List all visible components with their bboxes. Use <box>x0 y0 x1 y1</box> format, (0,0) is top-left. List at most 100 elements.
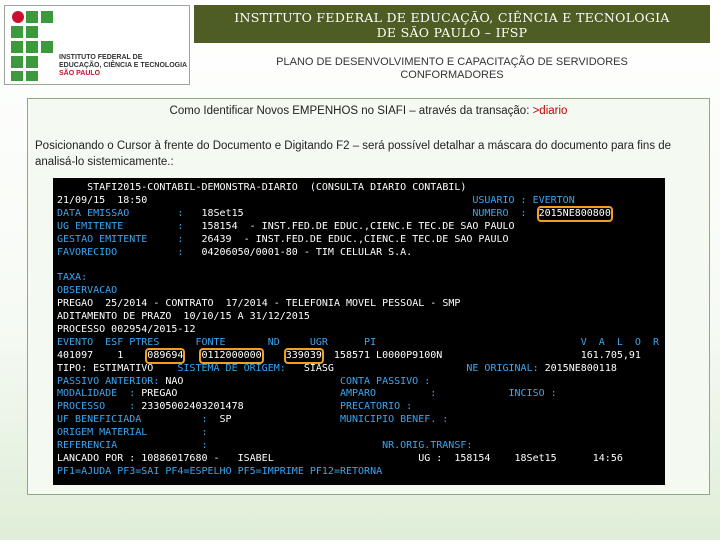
terminal-cell: OBSERVACAO <box>57 285 118 297</box>
terminal-cell: 04206050/0001-80 - TIM CELULAR S.A. <box>201 246 413 258</box>
subtitle-line-1: PLANO DE DESENVOLVIMENTO E CAPACITAÇÃO D… <box>276 56 628 68</box>
terminal-cell: UG : <box>418 452 443 464</box>
terminal-cell: UF BENEFICIADA <box>57 414 142 426</box>
highlighted-field: 0112000000 <box>199 347 264 364</box>
institution-header: INSTITUTO FEDERAL DE EDUCAÇÃO, CIÊNCIA E… <box>194 5 710 43</box>
terminal-row: TAXA: <box>53 272 665 284</box>
terminal-cell: NUMERO : <box>472 207 527 219</box>
terminal-row: PASSIVO ANTERIOR: NAO CONTA PASSIVO : <box>53 376 665 388</box>
terminal-cell: PREGAO <box>141 388 178 400</box>
terminal-row <box>53 259 665 271</box>
terminal-row: UF BENEFICIADA: SP MUNICIPIO BENEF. : <box>53 414 665 426</box>
transaction-name: >diario <box>532 105 568 117</box>
terminal-cell: : <box>201 440 208 451</box>
terminal-row: LANCADO POR : 10886017680 - ISABEL UG : 158… <box>53 453 665 465</box>
terminal-cell: 401097 1 <box>57 349 124 361</box>
terminal-cell: INCISO : <box>508 388 557 400</box>
terminal-cell: : <box>177 233 184 245</box>
terminal-cell: 10886017680 - ISABEL <box>141 452 274 464</box>
terminal-cell: LANCADO POR : <box>57 452 136 464</box>
highlighted-field: 089694 <box>145 347 186 364</box>
terminal-cell: : <box>430 388 437 400</box>
terminal-cell: ADITAMENTO DE PRAZO 10/10/15 A 31/12/201… <box>57 311 310 322</box>
header-line-2: DE SÃO PAULO – IFSP <box>376 25 528 40</box>
terminal-cell: : <box>177 207 184 219</box>
terminal-cell: V A L O R <box>580 336 660 348</box>
terminal-row: 401097 1 089694 0112000000 339039 158571 L00… <box>53 347 665 364</box>
terminal-row: ADITAMENTO DE PRAZO 10/10/15 A 31/12/201… <box>53 311 665 323</box>
logo-line-1: INSTITUTO FEDERAL DE <box>59 54 143 61</box>
ifsp-logo: INSTITUTO FEDERAL DE EDUCAÇÃO, CIÊNCIA E… <box>4 5 190 85</box>
terminal-cell: UG EMITENTE <box>57 220 124 232</box>
terminal-cell: 2015NE800118 <box>544 362 617 374</box>
terminal-row: OBSERVACAO <box>53 285 665 297</box>
ifsp-logo-mark-icon <box>11 11 53 81</box>
terminal-cell: PASSIVO ANTERIOR: <box>57 375 160 387</box>
terminal-cell: SISTEMA DE ORIGEM: <box>177 362 286 374</box>
terminal-cell: TAXA: <box>57 272 88 284</box>
terminal-cell: 26439 - INST.FED.DE EDUC.,CIENC.E TEC.DE… <box>201 233 509 245</box>
terminal-cell: REFERENCIA <box>57 440 118 451</box>
terminal-cell: DATA EMISSAO <box>57 207 130 219</box>
siafi-terminal-screen[interactable]: STAFI2015-CONTABIL-DEMONSTRA-DIARIO (CON… <box>53 178 665 485</box>
terminal-cell: : <box>129 401 136 413</box>
terminal-row: PROCESSO 002954/2015-12 <box>53 324 665 336</box>
terminal-cell: AMPARO <box>339 388 377 400</box>
terminal-row: DATA EMISSAO: 18Set15 NUMERO : 2015NE800800 <box>53 205 665 222</box>
terminal-row: MODALIDADE: PREGAO AMPARO: INCISO : <box>53 388 665 400</box>
highlighted-field: 339039 <box>283 347 324 364</box>
highlighted-field: 2015NE800800 <box>536 205 613 222</box>
terminal-cell: NR.ORIG.TRANSF: <box>382 440 473 451</box>
terminal-row: UG EMITENTE: 158154 - INST.FED.DE EDUC.,C… <box>53 221 665 233</box>
terminal-cell: 23305002403201478 <box>141 401 244 413</box>
plan-subtitle: PLANO DE DESENVOLVIMENTO E CAPACITAÇÃO D… <box>194 56 710 82</box>
logo-text: INSTITUTO FEDERAL DE EDUCAÇÃO, CIÊNCIA E… <box>59 54 187 78</box>
terminal-cell: 158571 L0000P9100N <box>333 349 443 361</box>
terminal-cell: MUNICIPIO BENEF. : <box>339 414 449 426</box>
terminal-cell: FAVORECIDO <box>57 246 118 258</box>
terminal-cell: : <box>177 246 184 258</box>
terminal-row: REFERENCIA: NR.ORIG.TRANSF: <box>53 440 665 452</box>
terminal-cell: : <box>201 427 208 439</box>
terminal-cell: TIPO: ESTIMATIVO <box>57 362 154 374</box>
content-paragraph: Posicionando o Cursor à frente do Docume… <box>35 140 672 168</box>
terminal-cell: 158154 <box>454 452 491 464</box>
logo-line-2: EDUCAÇÃO, CIÊNCIA E TECNOLOGIA <box>59 62 188 69</box>
terminal-cell: PROCESSO <box>57 401 106 413</box>
terminal-cell: : <box>129 388 136 400</box>
terminal-cell: 158154 - INST.FED.DE EDUC.,CIENC.E TEC.D… <box>201 220 515 232</box>
terminal-cell: PRECATORIO : <box>339 401 413 413</box>
terminal-row: EVENTO ESF PTRES FONTE ND UGR PI V A L O … <box>53 337 665 349</box>
terminal-cell: 21/09/15 18:50 <box>57 194 148 206</box>
terminal-cell: 18Set15 <box>514 452 557 464</box>
content-title-prefix: Como Identificar Novos EMPENHOS no SIAFI… <box>169 105 533 117</box>
content-title: Como Identificar Novos EMPENHOS no SIAFI… <box>28 105 709 117</box>
terminal-cell: : <box>177 220 184 232</box>
terminal-cell: ORIGEM MATERIAL <box>57 427 148 439</box>
terminal-cell: STAFI2015-CONTABIL-DEMONSTRA-DIARIO (CON… <box>57 182 467 193</box>
terminal-cell: SIASG <box>303 362 334 374</box>
logo-line-3: SÃO PAULO <box>59 70 101 77</box>
terminal-cell: EVENTO ESF PTRES FONTE ND UGR PI <box>57 336 377 348</box>
header-line-1: INSTITUTO FEDERAL DE EDUCAÇÃO, CIÊNCIA E… <box>234 10 670 25</box>
terminal-row: GESTAO EMITENTE: 26439 - INST.FED.DE EDUC… <box>53 234 665 246</box>
terminal-cell: : <box>201 414 208 426</box>
terminal-row: ORIGEM MATERIAL: <box>53 427 665 439</box>
terminal-cell: SP <box>219 414 232 426</box>
terminal-cell: GESTAO EMITENTE <box>57 233 148 245</box>
terminal-cell: 14:56 <box>592 452 623 464</box>
terminal-cell: MODALIDADE <box>57 388 118 400</box>
terminal-row: 21/09/15 18:50 USUARIO : EVERTON <box>53 195 665 207</box>
terminal-cell: NAO <box>165 375 184 387</box>
terminal-cell: NE ORIGINAL: <box>466 362 539 374</box>
terminal-row: PREGAO 25/2014 - CONTRATO 17/2014 - TELE… <box>53 298 665 310</box>
terminal-row: PROCESSO:23305002403201478 PRECATORIO : <box>53 401 665 413</box>
terminal-row: FAVORECIDO: 04206050/0001-80 - TIM CELULA… <box>53 247 665 259</box>
subtitle-line-2: CONFORMADORES <box>400 69 504 81</box>
terminal-cell: PREGAO 25/2014 - CONTRATO 17/2014 - TELE… <box>57 298 461 310</box>
terminal-cell: 161.705,91 <box>580 349 641 361</box>
terminal-cell: PROCESSO 002954/2015-12 <box>57 323 196 335</box>
terminal-row: TIPO: ESTIMATIVO SISTEMA DE ORIGEM: SIASG N… <box>53 363 665 375</box>
terminal-cell: 18Set15 <box>201 207 244 219</box>
terminal-row: STAFI2015-CONTABIL-DEMONSTRA-DIARIO (CON… <box>53 182 665 194</box>
